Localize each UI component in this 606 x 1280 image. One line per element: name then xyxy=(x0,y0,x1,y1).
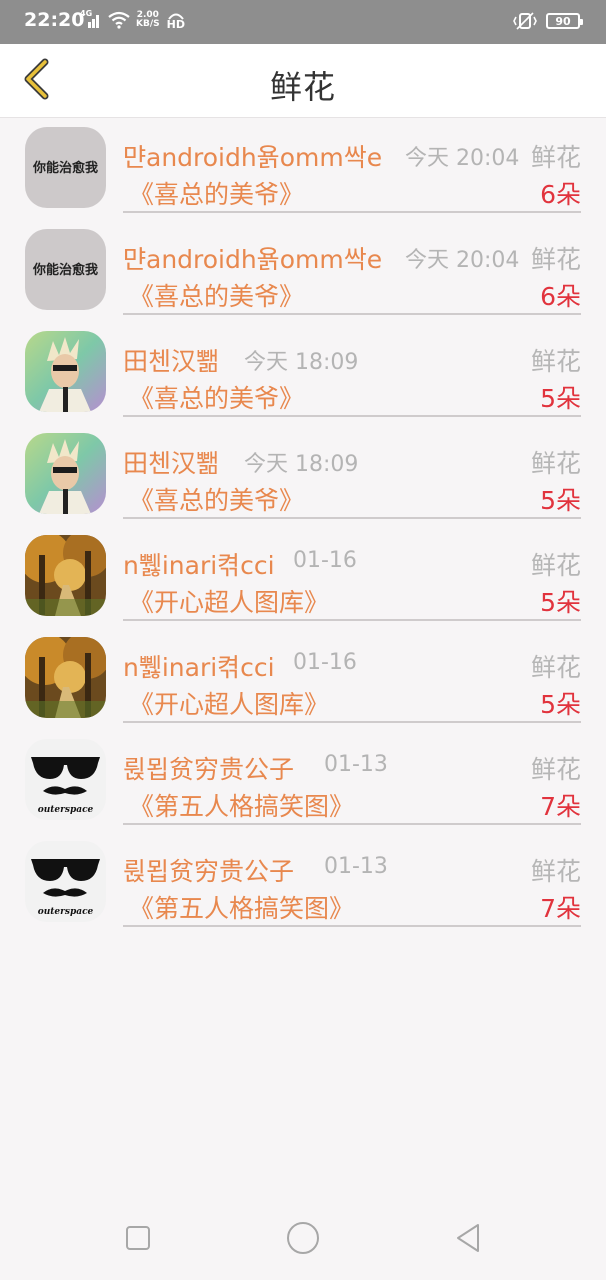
battery-icon: 90 xyxy=(546,13,583,29)
circle-icon xyxy=(286,1221,320,1259)
album-title[interactable]: 《喜总的美爷》 xyxy=(129,379,304,415)
list-item[interactable]: outerspace 륁묍贫穷贵公子 01-13 鲜花 《第五人格搞笑图》 7朵 xyxy=(0,730,606,832)
item-info: 륁묍贫穷贵公子 01-13 鲜花 《第五人格搞笑图》 7朵 xyxy=(123,832,581,927)
user-name[interactable]: 田첸汉뾂 xyxy=(123,342,219,378)
avatar[interactable] xyxy=(25,637,106,718)
status-time: 22:20 xyxy=(24,9,85,31)
list-item[interactable]: 田첸汉뾂 今天 18:09 鲜花 《喜总的美爷》 5朵 xyxy=(0,322,606,424)
triangle-back-icon xyxy=(454,1223,482,1257)
flower-gift-list: 你能治愈我 먄androidh욝omm싹e 今天 20:04 鲜花 《喜总的美爷… xyxy=(0,118,606,934)
flower-count: 5朵 xyxy=(540,486,581,515)
gift-type: 鲜花 xyxy=(530,449,581,478)
album-title[interactable]: 《喜总的美爷》 xyxy=(129,175,304,211)
page-title: 鲜花 xyxy=(269,68,336,106)
flower-count: 5朵 xyxy=(540,588,581,617)
list-item[interactable]: n쀓inari켞cci 01-16 鲜花 《开心超人图库》 5朵 xyxy=(0,628,606,730)
network-speed: 2.00 KB/S xyxy=(136,11,160,29)
album-title[interactable]: 《第五人格搞笑图》 xyxy=(129,889,354,925)
flower-count: 7朵 xyxy=(540,894,581,923)
list-item[interactable]: 田첸汉뾂 今天 18:09 鲜花 《喜总的美爷》 5朵 xyxy=(0,424,606,526)
flower-count: 5朵 xyxy=(540,690,581,719)
flower-count: 7朵 xyxy=(540,792,581,821)
user-name[interactable]: 륁묍贫穷贵公子 xyxy=(123,852,294,888)
square-icon xyxy=(125,1225,151,1255)
gift-time: 今天 20:04 xyxy=(405,146,520,171)
back-nav-button[interactable] xyxy=(448,1220,488,1260)
avatar[interactable] xyxy=(25,331,106,412)
status-bar: 22:20 4G 2.00 KB/S HD 90 xyxy=(0,0,606,44)
gift-type: 鲜花 xyxy=(530,143,581,172)
wifi-icon xyxy=(108,11,130,29)
hd-text: HD xyxy=(166,18,185,31)
avatar-text: outerspace xyxy=(38,805,94,815)
flower-count: 6朵 xyxy=(540,282,581,311)
item-info: 田첸汉뾂 今天 18:09 鲜花 《喜总的美爷》 5朵 xyxy=(123,322,581,417)
avatar[interactable]: outerspace xyxy=(25,739,106,820)
avatar[interactable] xyxy=(25,535,106,616)
item-info: n쀓inari켞cci 01-16 鲜花 《开心超人图库》 5朵 xyxy=(123,526,581,621)
status-right: 90 xyxy=(512,12,583,30)
album-title[interactable]: 《开心超人图库》 xyxy=(129,583,329,619)
user-name[interactable]: n쀓inari켞cci xyxy=(123,648,275,684)
gift-type: 鲜花 xyxy=(530,857,581,886)
item-info: 田첸汉뾂 今天 18:09 鲜花 《喜总的美爷》 5朵 xyxy=(123,424,581,519)
gift-time: 01-16 xyxy=(293,650,357,675)
album-title[interactable]: 《喜总的美爷》 xyxy=(129,277,304,313)
album-title[interactable]: 《喜总的美爷》 xyxy=(129,481,304,517)
gift-time: 01-16 xyxy=(293,548,357,573)
avatar[interactable]: outerspace xyxy=(25,841,106,922)
gift-type: 鲜花 xyxy=(530,653,581,682)
home-button[interactable] xyxy=(283,1220,323,1260)
avatar-text: 你能治愈我 xyxy=(32,160,98,176)
signal-icon: 4G xyxy=(80,9,102,28)
album-title[interactable]: 《第五人格搞笑图》 xyxy=(129,787,354,823)
gift-time: 01-13 xyxy=(324,752,388,777)
battery-level: 90 xyxy=(555,14,571,28)
list-item[interactable]: n쀓inari켞cci 01-16 鲜花 《开心超人图库》 5朵 xyxy=(0,526,606,628)
gift-type: 鲜花 xyxy=(530,245,581,274)
user-name[interactable]: n쀓inari켞cci xyxy=(123,546,275,582)
avatar[interactable]: 你能治愈我 xyxy=(25,127,106,208)
user-name[interactable]: 먄androidh욝omm싹e xyxy=(123,138,382,174)
item-info: n쀓inari켞cci 01-16 鲜花 《开心超人图库》 5朵 xyxy=(123,628,581,723)
list-item[interactable]: 你能治愈我 먄androidh욝omm싹e 今天 20:04 鲜花 《喜总的美爷… xyxy=(0,220,606,322)
system-nav-bar xyxy=(0,1200,606,1280)
avatar-text: outerspace xyxy=(38,907,94,917)
flower-count: 5朵 xyxy=(540,384,581,413)
avatar[interactable] xyxy=(25,433,106,514)
user-name[interactable]: 륁묍贫穷贵公子 xyxy=(123,750,294,786)
gift-time: 今天 18:09 xyxy=(244,452,359,477)
recent-apps-button[interactable] xyxy=(118,1220,158,1260)
list-item[interactable]: outerspace 륁묍贫穷贵公子 01-13 鲜花 《第五人格搞笑图》 7朵 xyxy=(0,832,606,934)
avatar-text: 你能治愈我 xyxy=(32,262,98,278)
vibrate-icon xyxy=(512,12,538,30)
user-name[interactable]: 먄androidh욝omm싹e xyxy=(123,240,382,276)
list-item[interactable]: 你能治愈我 먄androidh욝omm싹e 今天 20:04 鲜花 《喜总的美爷… xyxy=(0,118,606,220)
status-icons: 4G 2.00 KB/S HD xyxy=(80,9,186,31)
item-info: 먄androidh욝omm싹e 今天 20:04 鲜花 《喜总的美爷》 6朵 xyxy=(123,118,581,213)
gift-type: 鲜花 xyxy=(530,755,581,784)
gift-time: 今天 20:04 xyxy=(405,248,520,273)
gift-type: 鲜花 xyxy=(530,551,581,580)
item-info: 륁묍贫穷贵公子 01-13 鲜花 《第五人格搞笑图》 7朵 xyxy=(123,730,581,825)
hd-badge: HD xyxy=(166,10,186,31)
header: 鲜花 xyxy=(0,44,606,118)
album-title[interactable]: 《开心超人图库》 xyxy=(129,685,329,721)
flower-count: 6朵 xyxy=(540,180,581,209)
item-info: 먄androidh욝omm싹e 今天 20:04 鲜花 《喜总的美爷》 6朵 xyxy=(123,220,581,315)
gift-type: 鲜花 xyxy=(530,347,581,376)
user-name[interactable]: 田첸汉뾂 xyxy=(123,444,219,480)
gift-time: 今天 18:09 xyxy=(244,350,359,375)
gift-time: 01-13 xyxy=(324,854,388,879)
avatar[interactable]: 你能治愈我 xyxy=(25,229,106,310)
speed-unit: KB/S xyxy=(136,19,160,29)
